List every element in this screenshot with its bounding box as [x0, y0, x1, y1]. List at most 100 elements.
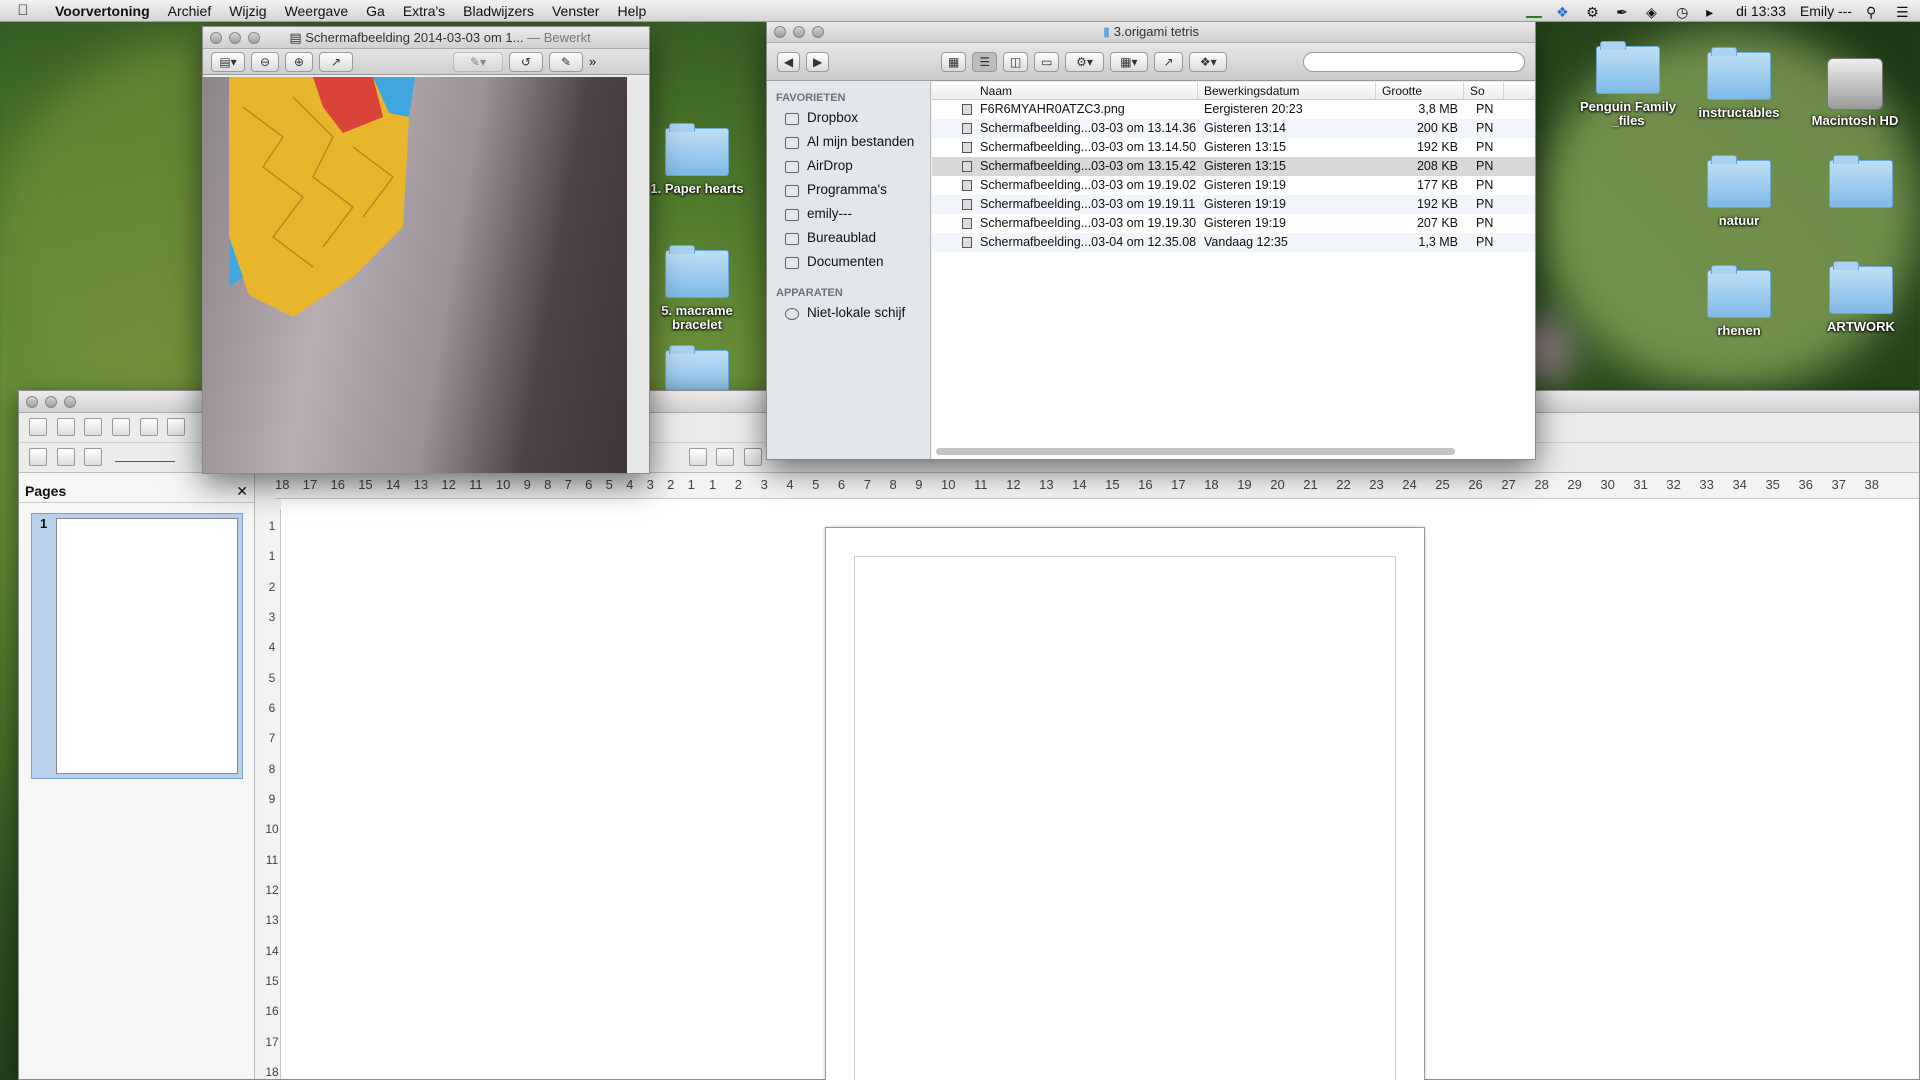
- menu-bladwijzers[interactable]: Bladwijzers: [454, 3, 543, 19]
- list-view-icon[interactable]: ☰: [972, 51, 998, 72]
- menu-wijzig[interactable]: Wijzig: [220, 3, 275, 19]
- desktop-folder-natuur[interactable]: natuur: [1684, 155, 1794, 228]
- minimize-button[interactable]: [793, 26, 805, 38]
- arrange-icon[interactable]: ▦▾: [1109, 51, 1149, 72]
- desktop-macintosh-hd[interactable]: Macintosh HD: [1800, 58, 1910, 128]
- column-view-icon[interactable]: ◫: [1003, 51, 1029, 72]
- column-name[interactable]: Naam: [932, 82, 1198, 99]
- back-icon[interactable]: ◀: [777, 51, 801, 72]
- close-button[interactable]: [26, 396, 38, 408]
- menu-app-name[interactable]: Voorvertoning: [46, 3, 159, 19]
- volume-icon[interactable]: ▸: [1706, 4, 1722, 20]
- rotate-icon[interactable]: ↺: [509, 51, 543, 72]
- menu-archief[interactable]: Archief: [159, 3, 221, 19]
- minimize-button[interactable]: [229, 32, 241, 44]
- page-thumbnail[interactable]: 1: [31, 513, 243, 779]
- sidebar-item-dropbox[interactable]: Dropbox: [767, 107, 930, 131]
- zoom-in-icon[interactable]: ⊕: [285, 51, 313, 72]
- fill-icon[interactable]: [56, 448, 75, 466]
- close-button[interactable]: [210, 32, 222, 44]
- document-canvas[interactable]: [281, 499, 1919, 1080]
- zoom-button[interactable]: [248, 32, 260, 44]
- new-document-icon[interactable]: [29, 418, 47, 436]
- column-size[interactable]: Grootte: [1376, 82, 1464, 99]
- desktop-folder-macrame[interactable]: 5. macrame bracelet: [642, 245, 752, 332]
- file-row[interactable]: Schermafbeelding...03-03 om 19.19.30 Gist…: [932, 214, 1535, 233]
- edit-file-icon[interactable]: [139, 418, 158, 436]
- dropbox-icon[interactable]: ❖: [1556, 4, 1572, 20]
- forward-icon[interactable]: ▶: [806, 51, 830, 72]
- scrollbar[interactable]: [627, 77, 649, 473]
- zoom-button[interactable]: [64, 396, 76, 408]
- zoom-out-icon[interactable]: ⊖: [251, 51, 279, 72]
- clock[interactable]: di 13:33: [1736, 3, 1786, 19]
- search-input[interactable]: [1303, 51, 1525, 72]
- sidebar-item-all-files[interactable]: Al mijn bestanden: [767, 131, 930, 155]
- share-icon[interactable]: ↗: [319, 51, 353, 72]
- sidebar-toggle-icon[interactable]: ▤▾: [211, 51, 245, 72]
- desktop-folder-instructables[interactable]: instructables: [1684, 47, 1794, 120]
- menu-weergave[interactable]: Weergave: [276, 3, 358, 19]
- crop-icon[interactable]: [716, 448, 735, 466]
- file-row[interactable]: Schermafbeelding...03-03 om 13.14.50 Gist…: [932, 138, 1535, 157]
- desktop-folder-paper-hearts[interactable]: 1. Paper hearts: [642, 123, 752, 196]
- minimize-button[interactable]: [45, 396, 57, 408]
- grid-icon[interactable]: [29, 448, 47, 466]
- close-button[interactable]: [774, 26, 786, 38]
- gear-status-icon[interactable]: ⚙: [1586, 4, 1602, 20]
- close-panel-icon[interactable]: ✕: [236, 483, 248, 500]
- document-page[interactable]: [825, 527, 1425, 1080]
- file-row[interactable]: Schermafbeelding...03-03 om 19.19.11 Gist…: [932, 195, 1535, 214]
- horizontal-ruler[interactable]: 18 17 16 15 14 13 12 11 10 9 8 7 6 5 4 3 2 1 1 2 3 4 5 6 7 8 9 10 1…: [275, 473, 1919, 499]
- preview-image[interactable]: [203, 77, 649, 473]
- align-icon[interactable]: [743, 448, 762, 466]
- action-gear-icon[interactable]: ⚙▾: [1065, 51, 1104, 72]
- file-row-selected[interactable]: Schermafbeelding...03-03 om 13.15.42 Gist…: [932, 157, 1535, 176]
- arrow-style-icon[interactable]: [84, 448, 103, 466]
- email-icon[interactable]: [111, 418, 130, 436]
- sidebar-item-home[interactable]: emily---: [767, 203, 930, 227]
- wifi-icon[interactable]: ◈: [1646, 4, 1662, 20]
- sidebar-item-remote-disc[interactable]: Niet-lokale schijf: [767, 302, 930, 326]
- desktop-folder-penguin[interactable]: Penguin Family _files: [1573, 41, 1683, 128]
- time-machine-icon[interactable]: ◷: [1676, 4, 1692, 20]
- menu-extras[interactable]: Extra's: [394, 3, 454, 19]
- edit-toolbar-icon[interactable]: ✎: [549, 51, 583, 72]
- sidebar-item-documents[interactable]: Documenten: [767, 251, 930, 275]
- spotlight-search-icon[interactable]: ⚲: [1866, 4, 1882, 20]
- vertical-ruler[interactable]: 1 1 2 3 4 5 6 7 8 9 10 11 12 13 14 15 16 17 18: [263, 509, 281, 1079]
- menu-ga[interactable]: Ga: [357, 3, 394, 19]
- share-icon[interactable]: ↗: [1154, 51, 1183, 72]
- horizontal-scrollbar[interactable]: [936, 448, 1455, 455]
- file-row[interactable]: F6R6MYAHR0ATZC3.png Eergisteren 20:23 3,8 …: [932, 100, 1535, 119]
- notification-list-icon[interactable]: ☰: [1896, 4, 1912, 20]
- menu-venster[interactable]: Venster: [543, 3, 608, 19]
- sidebar-item-airdrop[interactable]: AirDrop: [767, 155, 930, 179]
- apple-menu-icon[interactable]: : [0, 2, 46, 19]
- download-status-icon[interactable]: [1526, 4, 1543, 18]
- preview-titlebar[interactable]: ▤ Schermafbeelding 2014-03-03 om 1... — …: [203, 27, 649, 49]
- coverflow-view-icon[interactable]: ▭: [1034, 51, 1060, 72]
- column-kind[interactable]: So: [1464, 82, 1504, 99]
- column-date[interactable]: Bewerkingsdatum: [1198, 82, 1376, 99]
- open-icon[interactable]: [56, 418, 75, 436]
- file-row[interactable]: Schermafbeelding...03-04 om 12.35.08 Vand…: [932, 233, 1535, 252]
- line-style-select[interactable]: [114, 461, 175, 462]
- file-row[interactable]: Schermafbeelding...03-03 om 19.19.02 Gist…: [932, 176, 1535, 195]
- finder-titlebar[interactable]: ▮ 3.origami tetris: [767, 21, 1535, 43]
- desktop-folder-unnamed[interactable]: [1806, 155, 1916, 214]
- pen-status-icon[interactable]: ✒: [1616, 4, 1632, 20]
- user-name[interactable]: Emily ---: [1800, 3, 1852, 19]
- file-row[interactable]: Schermafbeelding...03-03 om 13.14.36 Gist…: [932, 119, 1535, 138]
- annotate-icon[interactable]: ✎▾: [453, 51, 503, 72]
- zoom-button[interactable]: [812, 26, 824, 38]
- menu-help[interactable]: Help: [608, 3, 655, 19]
- desktop-folder-rhenen[interactable]: rhenen: [1684, 265, 1794, 338]
- dropbox-menu-icon[interactable]: ❖▾: [1188, 51, 1228, 72]
- desktop-folder-artwork[interactable]: ARTWORK: [1806, 261, 1916, 334]
- shadow-icon[interactable]: [688, 448, 707, 466]
- more-tools-icon[interactable]: »: [589, 54, 596, 69]
- icon-view-icon[interactable]: ▦: [941, 51, 967, 72]
- sidebar-item-applications[interactable]: Programma's: [767, 179, 930, 203]
- sidebar-item-desktop[interactable]: Bureaublad: [767, 227, 930, 251]
